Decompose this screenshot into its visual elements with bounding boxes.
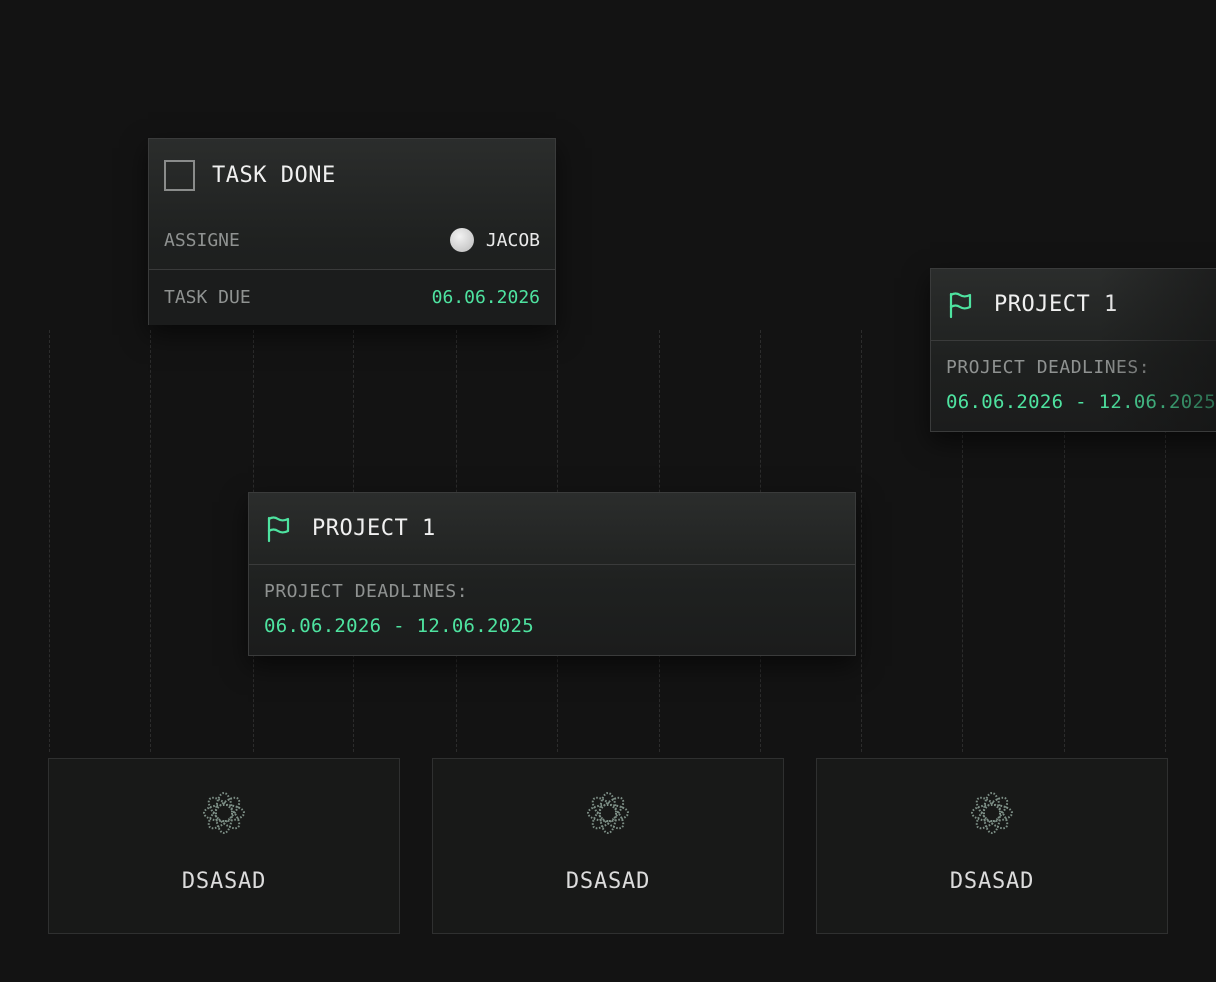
project-deadline-range: 06.06.2026 - 12.06.2025: [946, 391, 1216, 413]
project-deadlines-label: PROJECT DEADLINES:: [946, 357, 1151, 378]
guide-line: [1064, 430, 1065, 752]
task-done-checkbox[interactable]: [164, 159, 195, 191]
tile-name: DSASAD: [565, 869, 651, 894]
task-due-row: TASK DUE 06.06.2026: [149, 269, 555, 325]
tile-1[interactable]: DSASAD: [48, 758, 400, 934]
project-card-main[interactable]: PROJECT 1 PROJECT DEADLINES: 06.06.2026 …: [248, 492, 856, 656]
task-card-header: TASK DONE: [149, 139, 555, 211]
assignee-name: JACOB: [485, 229, 540, 251]
assignee-row: ASSIGNE JACOB: [149, 211, 555, 269]
assignee[interactable]: JACOB: [449, 228, 540, 252]
flower-knot-icon: [971, 792, 1013, 834]
project-deadlines-label: PROJECT DEADLINES:: [264, 581, 469, 602]
tile-3[interactable]: DSASAD: [816, 758, 1168, 934]
avatar: [449, 228, 474, 252]
flower-knot-icon: [587, 792, 629, 834]
canvas: TASK DONE ASSIGNE JACOB TASK DUE 06.06.2…: [0, 0, 1216, 982]
project-card-header: PROJECT 1: [249, 493, 855, 565]
project-card-body: PROJECT DEADLINES: 06.06.2026 - 12.06.20…: [249, 565, 855, 637]
tile-name: DSASAD: [949, 869, 1035, 894]
flag-icon: [949, 291, 972, 318]
flag-icon: [267, 515, 290, 542]
task-title: TASK DONE: [212, 162, 336, 188]
guide-line: [962, 430, 963, 752]
guide-line: [861, 330, 862, 752]
guide-line: [1165, 430, 1166, 752]
project-card-right[interactable]: PROJECT 1 PROJECT DEADLINES: 06.06.2026 …: [930, 268, 1216, 432]
flower-knot-icon: [203, 792, 245, 834]
project-card-body: PROJECT DEADLINES: 06.06.2026 - 12.06.20…: [931, 341, 1216, 413]
task-due-date: 06.06.2026: [431, 287, 540, 308]
project-title: PROJECT 1: [312, 516, 436, 541]
guide-line: [150, 330, 151, 752]
tile-2[interactable]: DSASAD: [432, 758, 784, 934]
tile-name: DSASAD: [181, 869, 267, 894]
project-title: PROJECT 1: [994, 292, 1118, 317]
project-deadline-range: 06.06.2026 - 12.06.2025: [264, 615, 534, 637]
project-card-header: PROJECT 1: [931, 269, 1216, 341]
guide-line: [49, 330, 50, 752]
task-card[interactable]: TASK DONE ASSIGNE JACOB TASK DUE 06.06.2…: [148, 138, 556, 325]
task-due-label: TASK DUE: [164, 287, 251, 308]
assignee-label: ASSIGNE: [164, 229, 240, 251]
